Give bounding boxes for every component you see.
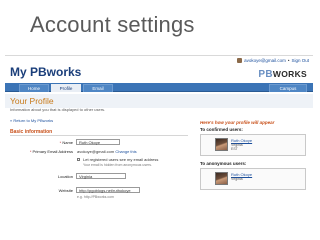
show-email-label: Let registered users see my email addres… <box>83 157 159 162</box>
show-email-checkbox[interactable] <box>77 158 80 161</box>
tab-profile[interactable]: Profile <box>51 84 81 92</box>
return-link[interactable]: « Return to My PBworks <box>10 118 53 123</box>
profile-preview-panel: Here's how your profile will appear To c… <box>198 120 310 237</box>
confirmed-profile-card: Ruth Okoye Virginia EST <box>200 134 306 156</box>
pbworks-logo[interactable]: PBWORKS <box>258 69 307 80</box>
required-marker: * <box>29 149 32 154</box>
profile-location: Virginia <box>231 177 243 181</box>
separator: • <box>287 58 290 63</box>
email-value: avokoye@gmail.com Change this <box>77 149 137 154</box>
location-label: Location <box>57 174 73 179</box>
slide: Account settings avokoye@gmail.com • Sig… <box>0 0 320 240</box>
logo-pb: PB <box>258 69 273 80</box>
tab-campus[interactable]: Campus <box>269 84 307 92</box>
required-marker: * <box>59 140 62 145</box>
email-hint: Your email is hidden from anonymous user… <box>83 163 152 167</box>
sign-out-link[interactable]: Sign Out <box>291 58 309 63</box>
preview-title: Here's how your profile will appear <box>200 120 275 125</box>
user-utility-bar: avokoye@gmail.com • Sign Out <box>237 58 309 63</box>
screenshot-panel: avokoye@gmail.com • Sign Out My PBworks … <box>5 55 313 237</box>
profile-photo <box>215 172 228 185</box>
divider <box>10 135 188 136</box>
page-subtitle: Information about you that is displayed … <box>10 107 106 112</box>
logo-works: WORKS <box>272 69 307 79</box>
website-label: Website <box>58 188 73 193</box>
confirmed-users-label: To confirmed users: <box>200 127 243 132</box>
tab-home[interactable]: Home <box>19 84 49 92</box>
website-input[interactable]: http://pgoblogs.net/ruthokoye <box>76 187 140 193</box>
slide-title: Account settings <box>30 12 195 37</box>
tab-email[interactable]: Email <box>83 84 113 92</box>
user-email-link[interactable]: avokoye@gmail.com <box>244 58 286 63</box>
anonymous-profile-card: Ruth Okoye Virginia <box>200 168 306 190</box>
app-title: My PBworks <box>10 65 82 79</box>
name-label: * Name <box>59 140 73 145</box>
name-input[interactable]: Ruth Okoye <box>76 139 120 145</box>
location-input[interactable]: Virginia <box>76 173 126 179</box>
profile-photo <box>215 138 228 151</box>
change-email-link[interactable]: Change this <box>115 149 136 154</box>
main-nav: Home Profile Email Campus <box>5 83 313 92</box>
user-avatar-icon <box>237 58 243 63</box>
website-hint: e.g. http://PBworks.com <box>77 195 114 199</box>
profile-timezone: EST <box>231 147 238 151</box>
anonymous-users-label: To anonymous users: <box>200 161 247 166</box>
page-heading: Your Profile <box>10 96 54 106</box>
email-label: * Primary Email Address <box>29 149 73 154</box>
